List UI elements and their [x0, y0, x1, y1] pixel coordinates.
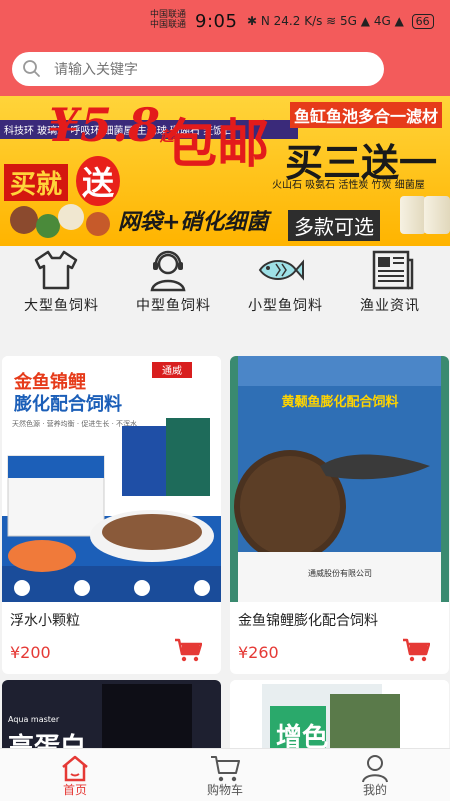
search-icon — [23, 60, 40, 77]
category-label: 大型鱼饲料 — [24, 298, 99, 314]
category-row: 大型鱼饲料 中型鱼饲料 小型鱼饲料 渔业资讯 — [0, 246, 450, 346]
status-bar: 中国联通 中国联通 9:05 ✱ N 24.2 K/s ≋ 5G ▲ 4G ▲ … — [0, 8, 450, 38]
filter-jar-decor — [424, 196, 450, 234]
signal-icons: ✱ N 24.2 K/s ≋ 5G ▲ 4G ▲ — [247, 14, 404, 28]
product-title: 金鱼锦鲤膨化配合饲料 — [238, 613, 378, 629]
status-time: 9:05 — [195, 11, 238, 32]
product-image-features: 天然色源 · 营养均衡 · 促进生长 · 不浑水 — [12, 419, 137, 428]
add-to-cart-icon[interactable] — [174, 638, 202, 662]
add-to-cart-icon[interactable] — [402, 638, 430, 662]
category-fishery-news[interactable]: 渔业资讯 — [336, 246, 448, 346]
banner-gift-text: 网袋+硝化细菌 — [118, 210, 269, 235]
carrier-2: 中国联通 — [150, 20, 187, 30]
tab-label: 首页 — [62, 783, 87, 797]
product-image: 通威 金鱼锦鲤 膨化配合饲料 天然色源 · 营养均衡 · 促进生长 · 不浑水 — [2, 356, 221, 602]
tab-label: 我的 — [362, 783, 387, 797]
carrier-1: 中国联通 — [150, 10, 187, 20]
banner-price-value: ¥5.8 — [48, 98, 161, 152]
product-image-company: 通威股份有限公司 — [308, 568, 372, 578]
product-brand: 通威 — [162, 364, 182, 377]
banner-price: ¥5.8起 — [48, 98, 174, 152]
product-title: 浮水小颗粒 — [10, 613, 80, 629]
newspaper-icon — [372, 250, 414, 290]
product-price: ¥260 — [238, 643, 279, 662]
category-label: 中型鱼饲料 — [136, 298, 211, 314]
banner-free-shipping: 包邮 — [165, 115, 270, 175]
filter-jar-decor — [400, 196, 426, 234]
category-small-fish-feed[interactable]: 小型鱼饲料 — [224, 246, 336, 346]
home-icon — [62, 755, 88, 782]
category-medium-fish-feed[interactable]: 中型鱼饲料 — [112, 246, 224, 346]
banner-variety: 多款可选 — [288, 210, 380, 241]
banner-right-title: 鱼缸鱼池多合一滤材 — [290, 102, 443, 128]
product-image-subtitle: 膨化配合饲料 — [13, 393, 122, 415]
tab-label: 购物车 — [206, 783, 243, 797]
promo-banner[interactable]: 科技环 玻璃环 呼吸环 细菌屋 生化球 珊瑚石 麦饭石 ¥5.8起 包邮 鱼缸鱼… — [0, 96, 450, 246]
product-card[interactable]: 黄颡鱼膨化配合饲料 通威股份有限公司 金鱼锦鲤膨化配合饲料 ¥260 — [230, 356, 449, 674]
filter-media-decor — [58, 204, 84, 230]
product-image-title: 黄颡鱼膨化配合饲料 — [281, 394, 398, 410]
tab-profile[interactable]: 我的 — [300, 749, 450, 801]
category-large-fish-feed[interactable]: 大型鱼饲料 — [0, 246, 112, 346]
tab-home[interactable]: 首页 — [0, 749, 150, 801]
product-price: ¥200 — [10, 643, 51, 662]
search-input[interactable] — [52, 57, 356, 83]
tab-cart[interactable]: 购物车 — [150, 749, 300, 801]
product-card[interactable]: 通威 金鱼锦鲤 膨化配合饲料 天然色源 · 营养均衡 · 促进生长 · 不浑水 … — [2, 356, 221, 674]
fish-icon — [258, 259, 304, 281]
category-label: 渔业资讯 — [360, 298, 420, 314]
banner-buy-now: 买就 — [4, 164, 69, 201]
product-image-title: 金鱼锦鲤 — [13, 371, 86, 393]
banner-gift-badge: 送 — [76, 156, 121, 206]
user-icon — [362, 755, 388, 783]
category-label: 小型鱼饲料 — [248, 298, 323, 314]
app-header: 中国联通 中国联通 9:05 ✱ N 24.2 K/s ≋ 5G ▲ 4G ▲ … — [0, 0, 450, 96]
filter-media-decor — [36, 214, 60, 238]
product-image: 黄颡鱼膨化配合饲料 通威股份有限公司 — [230, 356, 449, 602]
headset-person-icon — [150, 250, 186, 292]
filter-media-decor — [86, 212, 110, 236]
bottom-tab-bar: 首页 购物车 我的 — [0, 748, 450, 801]
battery-icon: 66 — [411, 14, 434, 29]
shirt-icon — [34, 250, 78, 290]
search-bar[interactable] — [12, 52, 384, 86]
cart-icon — [211, 756, 240, 782]
filter-media-decor — [10, 206, 38, 234]
carrier-labels: 中国联通 中国联通 — [150, 10, 186, 30]
status-icons: ✱ N 24.2 K/s ≋ 5G ▲ 4G ▲ 66 — [247, 14, 434, 29]
banner-tags-2: 火山石 吸氨石 活性炭 竹炭 细菌屋 — [272, 180, 425, 191]
product-brand: Aqua master — [8, 715, 60, 724]
